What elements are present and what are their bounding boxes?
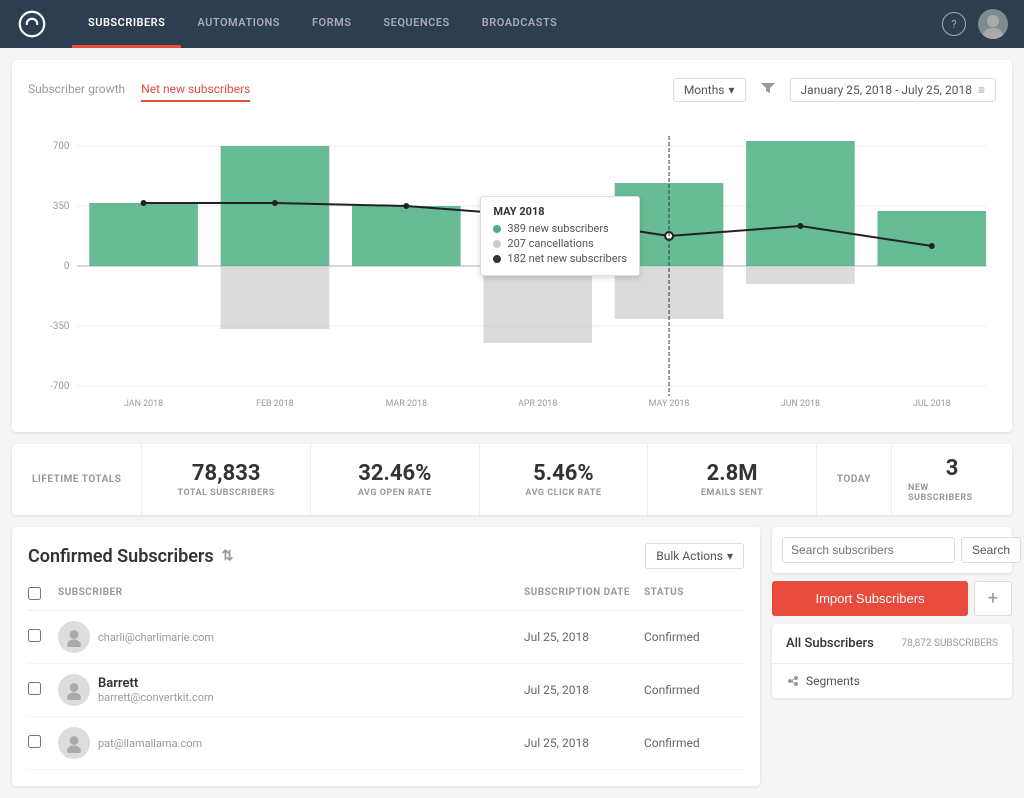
svg-text:MAY 2018: MAY 2018 <box>649 399 690 409</box>
chevron-down-icon: ▾ <box>729 83 735 97</box>
stat-label-emails: EMAILS SENT <box>701 488 763 498</box>
subscriber-avatar-3 <box>58 727 90 759</box>
chart-section: Subscriber growth Net new subscribers Mo… <box>12 60 1012 432</box>
filter-icon[interactable] <box>754 76 782 104</box>
svg-text:FEB 2018: FEB 2018 <box>256 399 294 409</box>
chart-svg: 700 350 0 -350 -700 <box>28 116 996 416</box>
segments-item[interactable]: Segments <box>772 664 1012 698</box>
app-logo[interactable] <box>16 8 48 40</box>
svg-text:-350: -350 <box>50 321 70 332</box>
svg-text:APR 2018: APR 2018 <box>518 399 557 409</box>
svg-text:-700: -700 <box>50 381 70 392</box>
stats-row: LIFETIME TOTALS 78,833 TOTAL SUBSCRIBERS… <box>12 444 1012 515</box>
import-subscribers-button[interactable]: Import Subscribers <box>772 581 968 616</box>
sort-icon[interactable]: ⇅ <box>222 548 234 564</box>
nav-sequences[interactable]: SEQUENCES <box>367 0 465 48</box>
svg-text:0: 0 <box>64 261 70 272</box>
nav-right: ? <box>942 9 1008 39</box>
segments-panel: All Subscribers 78,872 SUBSCRIBERS Segme… <box>772 624 1012 698</box>
chart-area: 700 350 0 -350 -700 <box>28 116 996 416</box>
search-box: Search <box>772 527 1012 573</box>
tab-net-new-subscribers[interactable]: Net new subscribers <box>141 78 250 102</box>
all-subscribers-item[interactable]: All Subscribers 78,872 SUBSCRIBERS <box>772 624 1012 664</box>
subscribers-title: Confirmed Subscribers ⇅ <box>28 546 233 567</box>
stat-label-open: AVG OPEN RATE <box>358 488 432 498</box>
row-checkbox-2[interactable] <box>28 682 41 695</box>
svg-text:MAR 2018: MAR 2018 <box>386 399 427 409</box>
help-button[interactable]: ? <box>942 12 966 36</box>
nav-subscribers[interactable]: SUBSCRIBERS <box>72 0 181 48</box>
import-row: Import Subscribers + <box>772 581 1012 616</box>
date-range-picker[interactable]: January 25, 2018 - July 25, 2018 ≡ <box>790 78 996 102</box>
nav-links: SUBSCRIBERS AUTOMATIONS FORMS SEQUENCES … <box>72 0 942 48</box>
svg-text:700: 700 <box>53 141 70 152</box>
bulk-actions-button[interactable]: Bulk Actions ▾ <box>645 543 744 569</box>
table-header: SUBSCRIBER SUBSCRIPTION DATE STATUS <box>28 581 744 611</box>
subscribers-header: Confirmed Subscribers ⇅ Bulk Actions ▾ <box>28 543 744 569</box>
calendar-icon: ≡ <box>978 83 985 97</box>
chart-header: Subscriber growth Net new subscribers Mo… <box>28 76 996 104</box>
segments-icon <box>786 674 800 688</box>
subscriber-info-2: Barrett barrett@convertkit.com <box>98 676 214 704</box>
subscriber-avatar-2 <box>58 674 90 706</box>
nav-forms[interactable]: FORMS <box>296 0 367 48</box>
stat-open-rate: 32.46% AVG OPEN RATE <box>311 444 480 515</box>
svg-text:JUL 2018: JUL 2018 <box>913 399 951 409</box>
search-button[interactable]: Search <box>961 537 1021 563</box>
chart-controls: Months ▾ January 25, 2018 - July 25, 201… <box>673 76 996 104</box>
stats-items: 78,833 TOTAL SUBSCRIBERS 32.46% AVG OPEN… <box>142 444 816 515</box>
add-button[interactable]: + <box>974 581 1012 616</box>
stats-today-value: 3 NEW SUBSCRIBERS <box>892 444 1012 515</box>
stat-value-today: 3 <box>946 456 959 481</box>
svg-text:350: 350 <box>53 201 70 212</box>
stat-value-open: 32.46% <box>358 461 431 486</box>
bottom-section: Confirmed Subscribers ⇅ Bulk Actions ▾ S… <box>12 527 1012 786</box>
subscriber-cell-1: charli@charlimarie.com <box>58 621 524 653</box>
row-checkbox-1[interactable] <box>28 629 41 642</box>
svg-text:JAN 2018: JAN 2018 <box>124 399 163 409</box>
subscriber-cell-2: Barrett barrett@convertkit.com <box>58 674 524 706</box>
stat-label-today: NEW SUBSCRIBERS <box>908 483 996 503</box>
tab-subscriber-growth[interactable]: Subscriber growth <box>28 78 125 102</box>
stat-value-click: 5.46% <box>533 461 594 486</box>
date-range-text: January 25, 2018 - July 25, 2018 <box>801 83 972 97</box>
sidebar-panel: Search Import Subscribers + All Subscrib… <box>772 527 1012 786</box>
months-label: Months <box>684 83 725 97</box>
months-dropdown[interactable]: Months ▾ <box>673 78 746 102</box>
subscriber-info-3: pat@llamallama.com <box>98 737 202 750</box>
user-avatar[interactable] <box>978 9 1008 39</box>
chart-tabs: Subscriber growth Net new subscribers <box>28 78 266 102</box>
stat-label-click: AVG CLICK RATE <box>525 488 601 498</box>
stat-label-total: TOTAL SUBSCRIBERS <box>178 488 275 498</box>
top-nav: SUBSCRIBERS AUTOMATIONS FORMS SEQUENCES … <box>0 0 1024 48</box>
stat-total-subscribers: 78,833 TOTAL SUBSCRIBERS <box>142 444 311 515</box>
stat-click-rate: 5.46% AVG CLICK RATE <box>480 444 649 515</box>
subscriber-info-1: charli@charlimarie.com <box>98 631 214 644</box>
table-row: Barrett barrett@convertkit.com Jul 25, 2… <box>28 664 744 717</box>
svg-text:JUN 2018: JUN 2018 <box>781 399 820 409</box>
search-input[interactable] <box>782 537 955 563</box>
stat-value-total: 78,833 <box>192 461 261 486</box>
row-checkbox-3[interactable] <box>28 735 41 748</box>
subscriber-cell-3: pat@llamallama.com <box>58 727 524 759</box>
nav-broadcasts[interactable]: BROADCASTS <box>466 0 574 48</box>
subscriber-avatar-1 <box>58 621 90 653</box>
table-row: charli@charlimarie.com Jul 25, 2018 Conf… <box>28 611 744 664</box>
stats-lifetime-label: LIFETIME TOTALS <box>12 444 142 515</box>
select-all-checkbox[interactable] <box>28 587 41 600</box>
stat-value-emails: 2.8M <box>707 461 758 486</box>
subscribers-panel: Confirmed Subscribers ⇅ Bulk Actions ▾ S… <box>12 527 760 786</box>
nav-automations[interactable]: AUTOMATIONS <box>181 0 296 48</box>
stats-today-label: TODAY <box>816 444 892 515</box>
table-row: pat@llamallama.com Jul 25, 2018 Confirme… <box>28 717 744 770</box>
stat-emails-sent: 2.8M EMAILS SENT <box>648 444 816 515</box>
chevron-down-icon: ▾ <box>727 549 733 563</box>
